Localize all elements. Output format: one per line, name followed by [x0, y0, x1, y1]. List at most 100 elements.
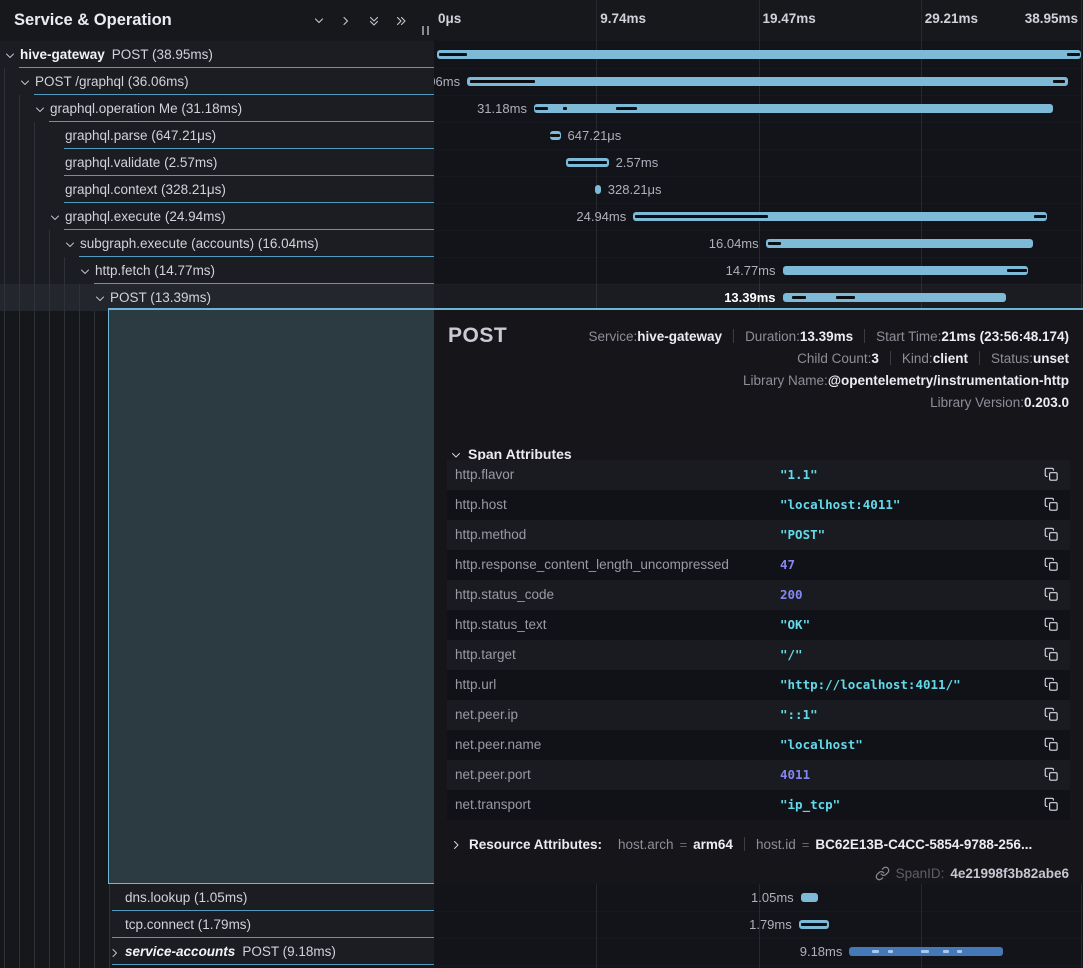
span-tree-cell[interactable]: http.fetch (14.77ms) — [0, 257, 434, 284]
chevron-right-icon[interactable] — [336, 11, 355, 30]
panel-resize-handle[interactable] — [421, 26, 430, 35]
span-timeline-cell[interactable]: 2.57ms — [434, 149, 1083, 177]
span-tree-cell[interactable]: graphql.execute (24.94ms) — [0, 203, 434, 230]
span-bar[interactable] — [534, 104, 1053, 113]
span-timeline-cell[interactable]: 1.05ms — [434, 884, 1083, 912]
copy-icon[interactable] — [1044, 497, 1060, 513]
timeline-tick-label: 0μs — [438, 0, 461, 38]
span-duration-label: 1.05ms — [751, 884, 794, 911]
span-tree-cell[interactable]: POST /graphql (36.06ms) — [0, 68, 434, 95]
span-timeline-cell[interactable]: 36.06ms — [434, 68, 1083, 96]
span-timeline-cell[interactable]: 9.18ms — [434, 938, 1083, 966]
span-row[interactable]: POST (13.39ms)13.39ms — [0, 284, 1083, 311]
tree-indent-guide — [4, 149, 5, 176]
copy-icon[interactable] — [1044, 647, 1060, 663]
span-tree-cell[interactable]: graphql.operation Me (31.18ms) — [0, 95, 434, 122]
attribute-row: net.peer.name"localhost" — [447, 730, 1070, 760]
span-timeline-cell[interactable]: 328.21μs — [434, 176, 1083, 204]
span-duration-label: 1.79ms — [749, 911, 792, 938]
span-bar[interactable] — [437, 50, 1081, 59]
span-row[interactable]: POST /graphql (36.06ms)36.06ms — [0, 68, 1083, 95]
meta-key: Service: — [588, 329, 637, 344]
span-row[interactable]: subgraph.execute (accounts) (16.04ms)16.… — [0, 230, 1083, 257]
chevrons-down-icon[interactable] — [364, 11, 383, 30]
link-icon[interactable] — [875, 866, 890, 881]
span-timeline-cell[interactable]: 24.94ms — [434, 203, 1083, 231]
span-bar[interactable] — [467, 77, 1068, 86]
tree-indent-guide — [19, 284, 20, 311]
chevron-down-icon[interactable] — [309, 11, 328, 30]
span-row[interactable]: graphql.execute (24.94ms)24.94ms — [0, 203, 1083, 230]
span-row[interactable]: service-accountsPOST (9.18ms) 9.18ms — [0, 938, 1083, 965]
span-tree-cell[interactable]: dns.lookup (1.05ms) — [0, 884, 434, 911]
copy-icon[interactable] — [1044, 467, 1060, 483]
span-tree-cell[interactable]: subgraph.execute (accounts) (16.04ms) — [0, 230, 434, 257]
attribute-value: "1.1" — [780, 460, 818, 490]
span-timeline-cell[interactable]: 1.79ms — [434, 911, 1083, 939]
meta-value: 21ms (23:56:48.174) — [941, 329, 1069, 344]
span-timeline-cell[interactable]: 14.77ms — [434, 257, 1083, 285]
span-tree-cell[interactable]: graphql.validate (2.57ms) — [0, 149, 434, 176]
span-row[interactable]: graphql.parse (647.21μs)647.21μs — [0, 122, 1083, 149]
span-bar[interactable] — [783, 266, 1029, 275]
span-row[interactable]: dns.lookup (1.05ms) 1.05ms — [0, 884, 1083, 911]
span-row[interactable]: graphql.validate (2.57ms)2.57ms — [0, 149, 1083, 176]
span-tree-cell[interactable]: graphql.parse (647.21μs) — [0, 122, 434, 149]
meta-separator — [733, 329, 734, 343]
span-timeline-cell[interactable]: 31.18ms — [434, 95, 1083, 123]
span-row[interactable]: graphql.operation Me (31.18ms)31.18ms — [0, 95, 1083, 122]
copy-icon[interactable] — [1044, 527, 1060, 543]
chevron-down-icon[interactable] — [49, 211, 61, 223]
span-timeline-cell[interactable]: 16.04ms — [434, 230, 1083, 258]
span-name-label: service-accountsPOST (9.18ms) — [125, 938, 336, 965]
copy-icon[interactable] — [1044, 797, 1060, 813]
tree-indent-guide — [49, 884, 50, 911]
span-duration-label: 328.21μs — [608, 176, 662, 203]
copy-icon[interactable] — [1044, 617, 1060, 633]
chevron-right-icon[interactable] — [109, 946, 121, 958]
chevron-down-icon[interactable] — [79, 265, 91, 277]
span-name-label: tcp.connect (1.79ms) — [125, 911, 251, 938]
tree-indent-guide — [4, 122, 5, 149]
tree-indent-guide — [64, 311, 65, 968]
span-tree-cell[interactable]: graphql.context (328.21μs) — [0, 176, 434, 203]
span-timeline-cell[interactable]: 647.21μs — [434, 122, 1083, 150]
span-tree-cell[interactable]: tcp.connect (1.79ms) — [0, 911, 434, 938]
span-timeline-cell[interactable] — [434, 41, 1083, 69]
tree-indent-guide — [19, 311, 20, 968]
chevron-down-icon[interactable] — [4, 49, 16, 61]
span-row[interactable]: tcp.connect (1.79ms) 1.79ms — [0, 911, 1083, 938]
attribute-value: 4011 — [780, 760, 810, 790]
span-bar[interactable] — [801, 893, 819, 902]
span-tree-cell[interactable]: service-accountsPOST (9.18ms) — [0, 938, 434, 965]
copy-icon[interactable] — [1044, 677, 1060, 693]
resource-attributes-pairs: host.arch=arm64host.id=BC62E13B-C4CC-585… — [618, 837, 1032, 852]
timeline-gridline — [596, 0, 597, 41]
attribute-value: 47 — [780, 550, 795, 580]
attribute-row: http.status_text"OK" — [447, 610, 1070, 640]
span-bar[interactable] — [766, 239, 1033, 248]
chevrons-right-icon[interactable] — [391, 11, 410, 30]
span-row[interactable]: graphql.context (328.21μs) 328.21μs — [0, 176, 1083, 203]
tree-indent-guide — [34, 257, 35, 284]
copy-icon[interactable] — [1044, 707, 1060, 723]
attribute-key: http.response_content_length_uncompresse… — [455, 550, 729, 580]
copy-icon[interactable] — [1044, 557, 1060, 573]
copy-icon[interactable] — [1044, 737, 1060, 753]
copy-icon[interactable] — [1044, 767, 1060, 783]
span-tree-cell[interactable]: POST (13.39ms) — [0, 284, 434, 311]
span-row[interactable]: hive-gatewayPOST (38.95ms) — [0, 41, 1083, 68]
copy-icon[interactable] — [1044, 587, 1060, 603]
span-row[interactable]: http.fetch (14.77ms)14.77ms — [0, 257, 1083, 284]
chevron-down-icon[interactable] — [64, 238, 76, 250]
span-bar-tick — [550, 134, 559, 137]
resource-attributes-row[interactable]: Resource Attributes: host.arch=arm64host… — [450, 834, 1032, 854]
span-bar[interactable] — [595, 185, 601, 194]
chevron-down-icon[interactable] — [19, 76, 31, 88]
tree-indent-guide — [4, 68, 5, 95]
chevron-down-icon[interactable] — [34, 103, 46, 115]
chevron-down-icon[interactable] — [94, 292, 106, 304]
span-bar[interactable] — [783, 293, 1006, 302]
span-tree-cell[interactable]: hive-gatewayPOST (38.95ms) — [0, 41, 434, 68]
tree-indent-guide — [64, 257, 65, 284]
